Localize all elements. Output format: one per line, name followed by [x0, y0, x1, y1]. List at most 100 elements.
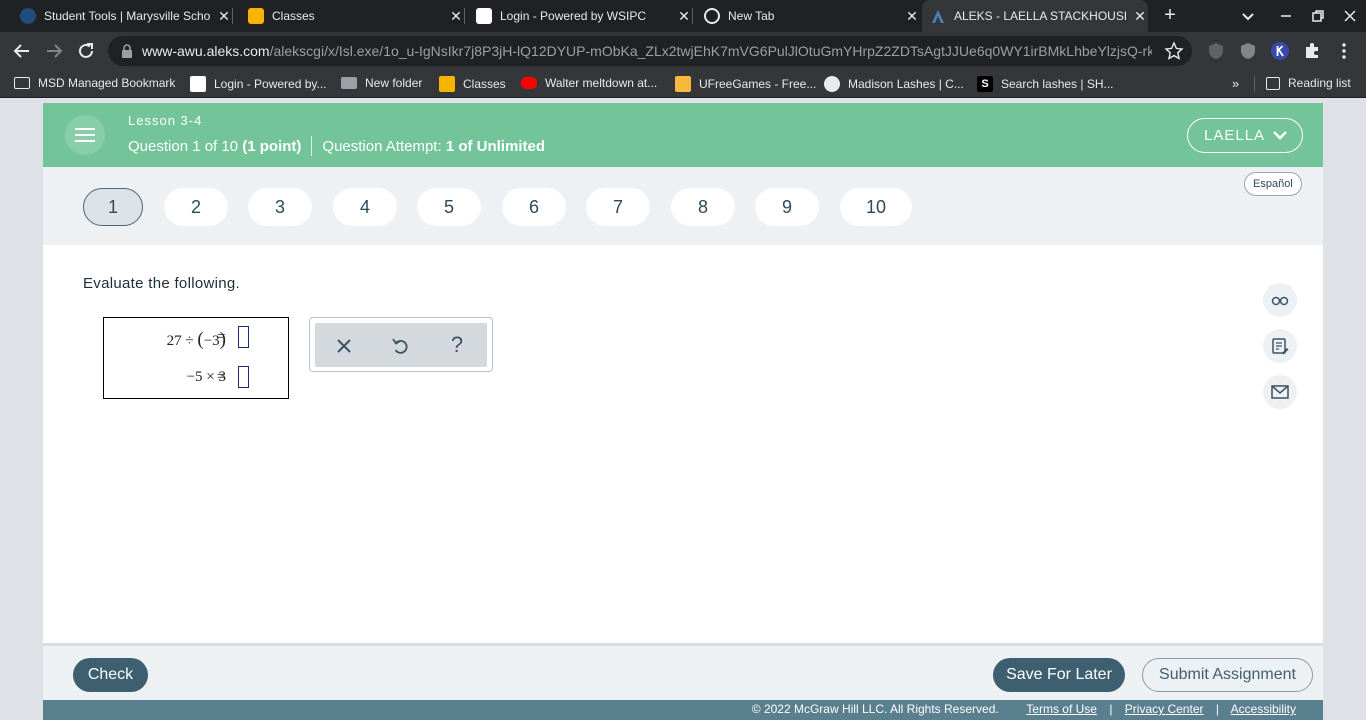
bookmark-classes[interactable]: Classes [439, 76, 506, 92]
more-bookmarks-chevron-icon[interactable]: » [1232, 76, 1239, 91]
reading-glasses-button[interactable] [1263, 283, 1297, 317]
aleks-icon [930, 8, 946, 24]
bookmark-msd-managed[interactable]: MSD Managed Bookmark [14, 76, 175, 90]
action-footer: Check Save For Later Submit Assignment [43, 643, 1323, 700]
bookmark-label: Madison Lashes | C... [848, 77, 964, 91]
browser-tab-aleks[interactable]: ALEKS - LAELLA STACKHOUSE ✕ [922, 0, 1148, 32]
aleks-header: Lesson 3-4 Question 1 of 10 (1 point) Qu… [43, 103, 1323, 167]
browser-tab-wsipc[interactable]: Login - Powered by WSIPC ✕ [468, 0, 693, 32]
url-text[interactable]: www-awu.aleks.com/alekscgi/x/Isl.exe/1o_… [142, 43, 1152, 59]
browser-tab-student-tools[interactable]: Student Tools | Marysville Scho ✕ [12, 0, 233, 32]
hamburger-line [75, 134, 95, 136]
help-icon[interactable]: ? [446, 332, 468, 357]
lock-icon[interactable] [120, 43, 134, 59]
user-menu-button[interactable]: LAELLA [1187, 118, 1303, 153]
bookmark-search-lashes[interactable]: S Search lashes | SH... [977, 76, 1114, 92]
answer-input-2[interactable] [238, 366, 249, 388]
reload-icon[interactable] [75, 40, 97, 62]
privacy-center-link[interactable]: Privacy Center [1125, 702, 1204, 716]
url-path: /alekscgi/x/Isl.exe/1o_u-IgNsIkr7j8P3jH-… [269, 43, 1152, 59]
worksheet-button[interactable] [1263, 329, 1297, 363]
restore-icon[interactable] [1308, 6, 1328, 26]
espanol-language-button[interactable]: Español [1244, 172, 1302, 196]
attempt-label: Question Attempt: [322, 137, 442, 155]
folder-icon [341, 77, 357, 89]
close-tab-icon[interactable]: ✕ [216, 8, 232, 25]
chevron-down-icon [1273, 131, 1287, 140]
close-tab-icon[interactable]: ✕ [448, 8, 464, 25]
address-bar[interactable]: www-awu.aleks.com/alekscgi/x/Isl.exe/1o_… [108, 36, 1192, 66]
kebab-menu-icon[interactable] [1334, 41, 1354, 61]
chrome-icon [704, 8, 720, 24]
undo-icon[interactable] [389, 335, 411, 357]
save-for-later-button[interactable]: Save For Later [993, 658, 1125, 692]
attempt-value: 1 of Unlimited [445, 137, 545, 155]
shield-check-extension-icon[interactable] [1238, 41, 1258, 61]
bookmark-label: Search lashes | SH... [1001, 77, 1114, 91]
reading-list-button[interactable]: Reading list [1266, 76, 1351, 90]
submit-assignment-button[interactable]: Submit Assignment [1142, 658, 1313, 692]
bookmark-star-icon[interactable] [1164, 41, 1184, 61]
shield-extension-icon[interactable] [1206, 41, 1226, 61]
bookmark-label: Classes [463, 77, 506, 91]
question-nav-4[interactable]: 4 [333, 188, 397, 226]
header-divider [311, 136, 313, 156]
hamburger-menu-button[interactable] [65, 115, 105, 155]
question-points: (1 point) [242, 137, 302, 155]
hamburger-line [75, 128, 95, 130]
separator: | [1215, 702, 1219, 716]
divide-operator: ÷ [185, 333, 194, 349]
browser-toolbar: www-awu.aleks.com/alekscgi/x/Isl.exe/1o_… [0, 32, 1366, 70]
separator: | [1109, 702, 1113, 716]
question-nav-8[interactable]: 8 [671, 188, 735, 226]
bookmark-madison-lashes[interactable]: Madison Lashes | C... [824, 76, 964, 92]
tab-title: Login - Powered by WSIPC [500, 9, 647, 23]
question-nav-7[interactable]: 7 [586, 188, 650, 226]
google-classroom-icon [248, 8, 264, 24]
folder-icon [14, 77, 30, 89]
lesson-title: Lesson 3-4 [128, 113, 203, 128]
new-tab-icon[interactable]: + [1158, 4, 1182, 28]
close-window-icon[interactable] [1340, 6, 1360, 26]
close-icon[interactable] [333, 335, 355, 357]
question-nav-9[interactable]: 9 [755, 188, 819, 226]
browser-tab-classes[interactable]: Classes ✕ [240, 0, 465, 32]
answer-tools-bar: ? [315, 323, 487, 367]
bookmarks-divider [1254, 76, 1255, 92]
reading-list-label: Reading list [1288, 76, 1351, 90]
bookmark-new-folder[interactable]: New folder [341, 76, 422, 90]
answer-input-1[interactable] [238, 326, 249, 348]
question-nav-5[interactable]: 5 [417, 188, 481, 226]
bookmark-ufreegames[interactable]: UFreeGames - Free... [675, 76, 816, 92]
k-extension-icon[interactable] [1270, 41, 1290, 61]
math-problem-box: 27 ÷ (−3) = −5 × 3 = [103, 317, 289, 399]
back-arrow-icon[interactable] [11, 40, 33, 62]
answer-tools-panel: ? [309, 317, 493, 372]
envelope-icon [1271, 385, 1289, 399]
globe-icon [824, 76, 840, 92]
tab-title: Classes [272, 9, 315, 23]
close-tab-icon[interactable]: ✕ [676, 8, 692, 25]
browser-tab-new-tab[interactable]: New Tab ✕ [696, 0, 920, 32]
question-nav-2[interactable]: 2 [164, 188, 228, 226]
accessibility-link[interactable]: Accessibility [1231, 702, 1296, 716]
url-host: www-awu.aleks.com [142, 43, 270, 59]
question-nav-1[interactable]: 1 [83, 188, 143, 226]
equals-sign: = [217, 369, 226, 385]
tab-search-chevron-icon[interactable] [1238, 6, 1258, 26]
close-tab-icon[interactable]: ✕ [904, 8, 920, 25]
check-button[interactable]: Check [73, 658, 148, 692]
shein-icon: S [977, 76, 993, 92]
terms-of-use-link[interactable]: Terms of Use [1026, 702, 1097, 716]
question-nav-10[interactable]: 10 [840, 188, 912, 226]
puzzle-extensions-icon[interactable] [1302, 41, 1322, 61]
bookmark-wsipc-login[interactable]: Login - Powered by... [190, 76, 327, 92]
forward-arrow-icon[interactable] [43, 40, 65, 62]
question-nav-3[interactable]: 3 [248, 188, 312, 226]
minimize-icon[interactable] [1276, 6, 1296, 26]
tab-separator [692, 8, 693, 24]
bookmark-walter-meltdown[interactable]: Walter meltdown at... [521, 76, 657, 90]
question-nav-6[interactable]: 6 [502, 188, 566, 226]
close-tab-icon[interactable]: ✕ [1132, 8, 1148, 25]
message-button[interactable] [1263, 375, 1297, 409]
